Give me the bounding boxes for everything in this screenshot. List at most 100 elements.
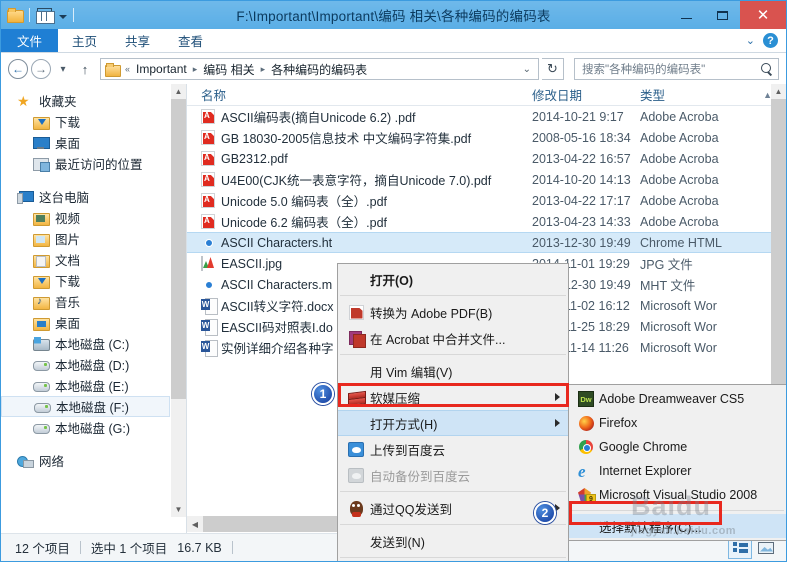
column-header-date[interactable]: 修改日期 xyxy=(532,85,640,104)
maximize-button[interactable] xyxy=(704,1,740,29)
breadcrumb-item-tables[interactable]: 各种编码的编码表 xyxy=(270,61,368,78)
chevron-right-icon[interactable]: ▸ xyxy=(258,64,269,75)
context-menu-item-compress[interactable]: 软媒压缩 xyxy=(338,384,568,410)
sidebar-group-favorites[interactable]: ★ 收藏夹 xyxy=(1,90,186,111)
context-menu-item-send-qq[interactable]: 通过QQ发送到 xyxy=(338,495,568,521)
folder-video-icon xyxy=(33,211,50,226)
context-menu-item-merge-acrobat[interactable]: 在 Acrobat 中合并文件... xyxy=(338,325,568,351)
tab-share[interactable]: 共享 xyxy=(111,29,164,52)
properties-icon[interactable] xyxy=(36,8,55,24)
recent-locations-button[interactable]: ▾ xyxy=(54,59,72,79)
sidebar-item-drive-d[interactable]: 本地磁盘 (D:) xyxy=(1,354,186,375)
scrollbar-thumb[interactable] xyxy=(771,99,786,429)
file-name: ASCII Characters.m xyxy=(221,277,333,292)
folder-icon xyxy=(105,62,121,77)
file-type: MHT 文件 xyxy=(640,279,696,293)
column-header-name[interactable]: 名称 xyxy=(187,85,532,104)
refresh-button[interactable]: ↻ xyxy=(542,58,564,80)
context-menu-item-upload-baidu[interactable]: 上传到百度云 xyxy=(338,436,568,462)
sidebar-group-network[interactable]: 网络 xyxy=(1,450,186,471)
breadcrumb-item-encoding[interactable]: 编码 相关 xyxy=(202,61,255,78)
submenu-item-firefox[interactable]: Firefox xyxy=(569,411,786,435)
table-row[interactable]: GB2312.pdf 2013-04-22 16:57 Adobe Acroba xyxy=(187,148,786,169)
system-drive-icon xyxy=(33,337,50,351)
scroll-left-icon[interactable]: ◀ xyxy=(187,516,203,532)
file-type: JPG 文件 xyxy=(640,258,693,272)
chevron-right-icon[interactable]: ▸ xyxy=(190,64,201,75)
submenu-item-dreamweaver[interactable]: Dw Adobe Dreamweaver CS5 xyxy=(569,387,786,411)
forward-button[interactable]: → xyxy=(31,59,51,79)
menu-separator xyxy=(340,295,566,296)
chevron-down-icon[interactable]: ⌄ xyxy=(746,34,755,47)
pdf-file-icon xyxy=(201,172,215,187)
back-button[interactable]: ← xyxy=(8,59,28,79)
sidebar-item-downloads[interactable]: 下载 xyxy=(1,270,186,291)
table-row[interactable]: Unicode 5.0 编码表（全）.pdf 2013-04-22 17:17 … xyxy=(187,190,786,211)
file-explorer-window: F:\Important\Important\编码 相关\各种编码的编码表 ✕ … xyxy=(0,0,787,562)
minimize-button[interactable] xyxy=(668,1,704,29)
pdf-file-icon xyxy=(201,151,215,166)
table-row[interactable]: Unicode 6.2 编码表（全）.pdf 2013-04-23 14:33 … xyxy=(187,211,786,232)
submenu-item-visual-studio[interactable]: Microsoft Visual Studio 2008 xyxy=(569,483,786,507)
sidebar-item-drive-c[interactable]: 本地磁盘 (C:) xyxy=(1,333,186,354)
pdf-file-icon xyxy=(201,193,215,208)
search-input[interactable]: 搜索"各种编码的编码表" xyxy=(574,58,779,80)
breadcrumb[interactable]: « Important ▸ 编码 相关 ▸ 各种编码的编码表 ⌄ xyxy=(100,58,539,80)
table-row-selected[interactable]: ASCII Characters.ht 2013-12-30 19:49 Chr… xyxy=(187,232,786,253)
tab-view[interactable]: 查看 xyxy=(164,29,217,52)
submenu-item-choose-default-program[interactable]: 选择默认程序(C)... xyxy=(569,514,786,538)
tab-home[interactable]: 主页 xyxy=(58,29,111,52)
submenu-item-internet-explorer[interactable]: Internet Explorer xyxy=(569,459,786,483)
sidebar-item-music[interactable]: 音乐 xyxy=(1,291,186,312)
sidebar-item-drive-g[interactable]: 本地磁盘 (G:) xyxy=(1,417,186,438)
sidebar-item-recent-places[interactable]: 最近访问的位置 xyxy=(1,153,186,174)
search-icon[interactable] xyxy=(761,62,774,76)
breadcrumb-item-important[interactable]: Important xyxy=(135,62,188,76)
column-header-type[interactable]: 类型 xyxy=(640,85,740,104)
tab-file[interactable]: 文件 xyxy=(1,29,59,52)
file-type: Adobe Acroba xyxy=(640,214,719,229)
table-row[interactable]: U4E00(CJK统一表意字符，摘自Unicode 7.0).pdf 2014-… xyxy=(187,169,786,190)
scroll-up-icon[interactable]: ▲ xyxy=(771,84,786,99)
menu-separator xyxy=(340,557,566,558)
sidebar-item-drive-f[interactable]: 本地磁盘 (F:) xyxy=(1,396,170,417)
context-menu-item-convert-pdf[interactable]: 转换为 Adobe PDF(B) xyxy=(338,299,568,325)
table-row[interactable]: ASCII编码表(摘自Unicode 6.2) .pdf 2014-10-21 … xyxy=(187,106,786,127)
scrollbar-thumb[interactable] xyxy=(171,99,186,399)
sidebar-item-drive-e[interactable]: 本地磁盘 (E:) xyxy=(1,375,186,396)
up-button[interactable]: ↑ xyxy=(75,59,95,79)
help-icon[interactable]: ? xyxy=(763,33,778,48)
sidebar-item-desktop[interactable]: 桌面 xyxy=(1,312,186,333)
star-icon: ★ xyxy=(17,92,30,109)
sidebar-group-this-pc[interactable]: 这台电脑 xyxy=(1,186,186,207)
table-row[interactable]: GB 18030-2005信息技术 中文编码字符集.pdf 2008-05-16… xyxy=(187,127,786,148)
pdf-file-icon xyxy=(201,130,215,145)
sidebar-item-videos[interactable]: 视频 xyxy=(1,207,186,228)
submenu-label: Google Chrome xyxy=(599,440,688,454)
context-menu-item-send-to[interactable]: 发送到(N) xyxy=(338,528,568,554)
pdf-file-icon xyxy=(201,109,215,124)
close-button[interactable]: ✕ xyxy=(740,1,786,29)
submenu-arrow-icon xyxy=(555,419,560,427)
address-dropdown-icon[interactable]: ⌄ xyxy=(518,64,536,75)
quick-access-toolbar xyxy=(1,8,77,24)
sidebar-item-desktop-fav[interactable]: 桌面 xyxy=(1,132,186,153)
sidebar-item-documents[interactable]: 文档 xyxy=(1,249,186,270)
chevron-down-icon[interactable] xyxy=(59,15,67,19)
sidebar-item-label: 视频 xyxy=(55,212,81,226)
context-menu-item-edit-vim[interactable]: 用 Vim 编辑(V) xyxy=(338,358,568,384)
thumbnail-view-icon xyxy=(758,541,774,554)
sidebar-item-pictures[interactable]: 图片 xyxy=(1,228,186,249)
sidebar-item-downloads-fav[interactable]: 下载 xyxy=(1,111,186,132)
submenu-label: Firefox xyxy=(599,416,638,430)
file-name: Unicode 5.0 编码表（全）.pdf xyxy=(221,195,388,209)
scroll-up-icon[interactable]: ▲ xyxy=(171,84,186,99)
item-count: 12 个项目 xyxy=(15,542,70,556)
scroll-down-icon[interactable]: ▼ xyxy=(171,502,186,517)
overflow-chevrons[interactable]: « xyxy=(122,64,133,74)
context-menu-item-open-with[interactable]: 打开方式(H) xyxy=(338,410,568,436)
submenu-item-chrome[interactable]: Google Chrome xyxy=(569,435,786,459)
context-menu-item-open[interactable]: 打开(O) xyxy=(338,266,568,292)
navigation-scrollbar[interactable]: ▲ ▼ xyxy=(171,84,186,517)
